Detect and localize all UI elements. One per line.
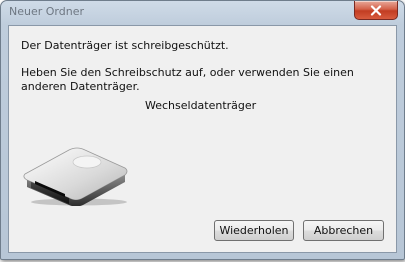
device-name: Wechseldatenträger (145, 99, 257, 112)
retry-button[interactable]: Wiederholen (214, 220, 294, 241)
cancel-button[interactable]: Abbrechen (303, 220, 384, 241)
message-body: Heben Sie den Schreibschutz auf, oder ve… (21, 66, 354, 93)
message-title: Der Datenträger ist schreibgeschützt. (21, 39, 229, 52)
removable-drive-icon (23, 147, 128, 206)
close-button[interactable] (354, 1, 398, 20)
window-title: Neuer Ordner (9, 5, 84, 18)
dialog-window: Neuer Ordner Der Datenträger ist schreib… (0, 0, 405, 260)
title-bar[interactable]: Neuer Ordner (1, 1, 404, 25)
close-icon (370, 4, 382, 16)
dialog-content: Der Datenträger ist schreibgeschützt. He… (8, 25, 397, 253)
